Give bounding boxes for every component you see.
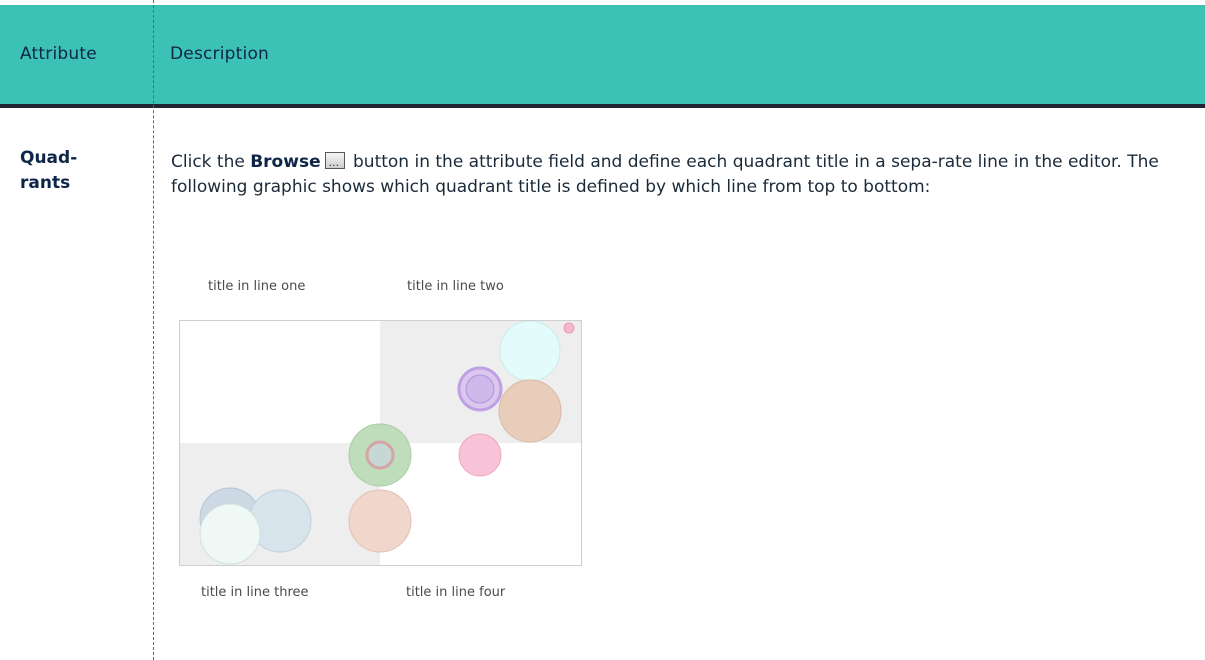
- bubble: [563, 322, 575, 334]
- browse-label: Browse: [250, 152, 321, 172]
- bubble: [199, 503, 261, 565]
- header-divider: [0, 104, 1205, 108]
- label-line-four: title in line four: [406, 585, 506, 600]
- bubble: [458, 433, 502, 477]
- bubble: [498, 379, 562, 443]
- column-divider: [153, 0, 154, 660]
- header-attribute: Attribute: [20, 44, 97, 64]
- bubble: [465, 374, 495, 404]
- ellipsis-button-icon: [324, 150, 345, 175]
- attribute-name: Quad- rants: [20, 148, 78, 193]
- bubble: [499, 320, 561, 382]
- header-description: Description: [170, 44, 270, 64]
- label-line-two: title in line two: [407, 279, 504, 294]
- bubble: [348, 489, 412, 553]
- description-prefix: Click the: [171, 152, 251, 172]
- label-line-one: title in line one: [208, 279, 306, 294]
- quadrant-graphic: [179, 320, 582, 566]
- label-line-three: title in line three: [201, 585, 309, 600]
- bubble: [365, 440, 395, 470]
- attribute-description: Click the Browse button in the attribute…: [171, 150, 1181, 200]
